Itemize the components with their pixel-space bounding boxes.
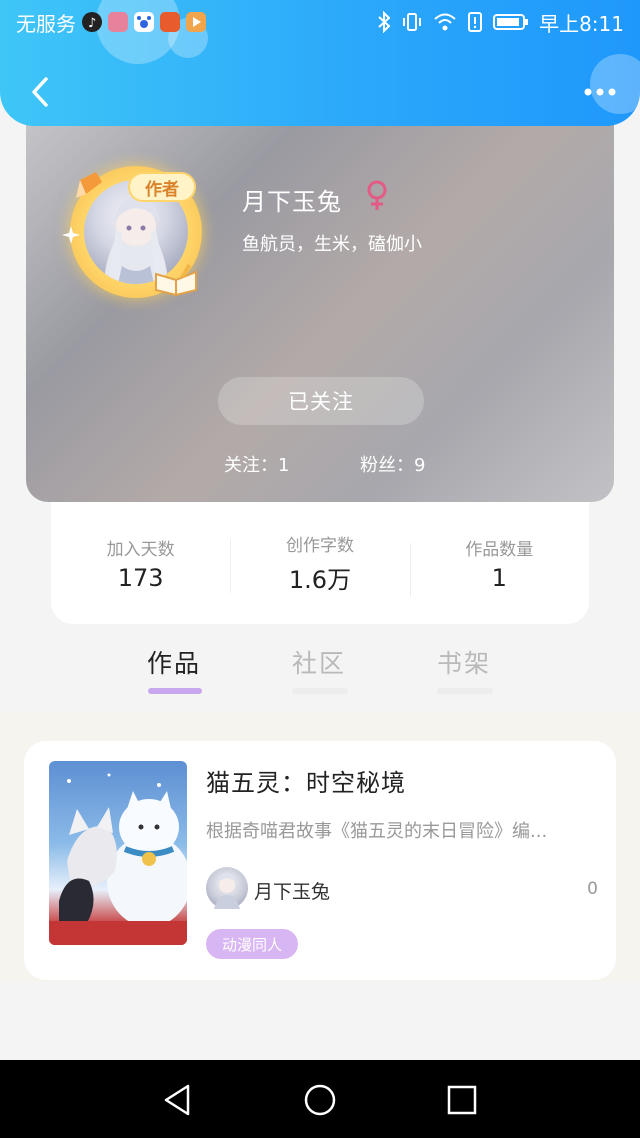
system-navigation-bar — [0, 1060, 640, 1138]
stat-value: 1.6万 — [288, 566, 352, 594]
work-author-name[interactable]: 月下玉兔 — [254, 877, 330, 904]
battery-icon — [493, 14, 529, 30]
work-title[interactable]: 猫五灵：时空秘境 — [206, 763, 406, 798]
tab-indicator — [292, 688, 348, 694]
work-author-avatar[interactable] — [206, 867, 248, 909]
tab-community[interactable]: 社区 — [292, 644, 346, 680]
stat-value: 173 — [117, 563, 164, 592]
tab-indicator-active — [148, 688, 202, 694]
avatar[interactable]: 作者 — [62, 166, 202, 298]
tiktok-icon: ♪ — [82, 12, 102, 32]
sparkle-icon — [62, 226, 80, 244]
book-icon — [155, 264, 197, 296]
clock-text: 早上8:11 — [539, 11, 624, 36]
news-icon — [160, 12, 180, 32]
wifi-icon — [434, 13, 456, 31]
stat-label: 创作字数 — [285, 536, 354, 556]
back-button[interactable] — [20, 72, 60, 112]
vibrate-icon — [403, 13, 422, 31]
alert-icon — [468, 12, 483, 32]
work-read-count: 0 — [587, 879, 598, 899]
carrier-text: 无服务 — [16, 11, 76, 36]
bluetooth-icon — [378, 11, 391, 33]
status-bar: 无服务 ♪ 早上8:11 — [0, 0, 640, 44]
work-cover-image[interactable] — [49, 761, 187, 945]
fans-count[interactable]: 粉丝：9 — [360, 451, 425, 477]
more-button[interactable] — [580, 72, 620, 112]
header-bar: 无服务 ♪ 早上8:11 — [0, 0, 640, 126]
tab-bar: 作品 社区 书架 — [0, 630, 640, 710]
circle-home-icon[interactable] — [300, 1080, 340, 1120]
follow-stats: 关注：1 粉丝：9 — [26, 451, 614, 477]
profile-card: 作者 月下玉兔 鱼航员，生米，磕伽小 已关注 关注：1 粉丝：9 — [26, 96, 614, 502]
stats-card: 加入天数 173 创作字数 1.6万 作品数量 1 — [51, 502, 589, 624]
triangle-back-icon[interactable] — [158, 1080, 198, 1120]
pencil-icon — [76, 172, 102, 198]
more-dots-icon — [584, 88, 616, 96]
stat-label: 作品数量 — [465, 539, 534, 560]
stat-label: 加入天数 — [106, 539, 175, 560]
chevron-left-icon — [32, 77, 48, 107]
tab-bookshelf[interactable]: 书架 — [437, 644, 491, 680]
stat-value: 1 — [491, 563, 507, 592]
square-recent-icon[interactable] — [442, 1080, 482, 1120]
baidu-icon — [134, 12, 154, 32]
work-description: 根据奇喵君故事《猫五灵的末日冒险》编... — [206, 821, 548, 842]
stat-word-count: 创作字数 1.6万 — [230, 531, 409, 595]
tab-indicator — [437, 688, 493, 694]
user-bio: 鱼航员，生米，磕伽小 — [242, 234, 422, 255]
stat-join-days: 加入天数 173 — [51, 535, 230, 592]
header-nav — [0, 64, 640, 120]
video-icon — [186, 12, 206, 32]
follow-button[interactable]: 已关注 — [218, 377, 424, 425]
tab-works[interactable]: 作品 — [147, 644, 201, 680]
stat-works-count: 作品数量 1 — [409, 535, 589, 597]
following-count[interactable]: 关注：1 — [224, 451, 289, 477]
female-icon — [367, 180, 387, 210]
username: 月下玉兔 — [242, 188, 342, 216]
work-card[interactable]: 猫五灵：时空秘境 根据奇喵君故事《猫五灵的末日冒险》编... 月下玉兔 0 动漫… — [24, 741, 616, 980]
work-category-tag[interactable]: 动漫同人 — [206, 929, 299, 959]
app-icon — [108, 12, 128, 32]
svg-text:♪: ♪ — [88, 16, 96, 31]
author-badge: 作者 — [128, 172, 196, 202]
